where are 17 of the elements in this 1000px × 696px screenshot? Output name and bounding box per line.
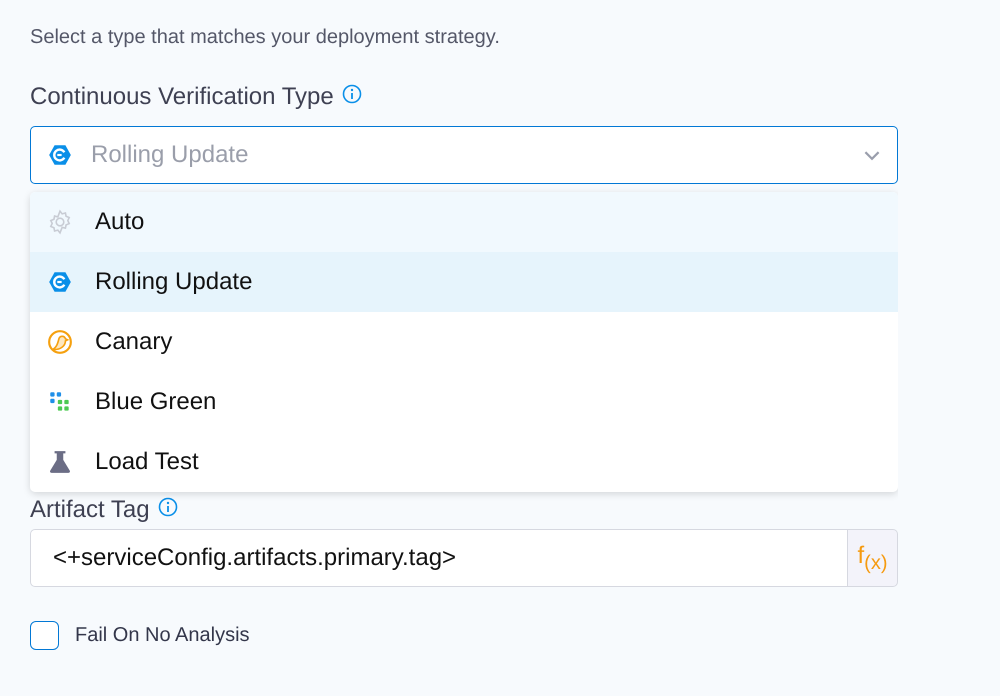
bird-icon bbox=[47, 329, 73, 355]
chevron-down-icon bbox=[863, 150, 881, 160]
artifact-tag-field[interactable]: <+serviceConfig.artifacts.primary.tag> bbox=[30, 529, 848, 587]
checkbox[interactable] bbox=[30, 621, 59, 650]
field-label: Continuous Verification Type bbox=[30, 83, 334, 111]
gear-icon bbox=[47, 209, 73, 235]
menu-option[interactable]: Rolling Update bbox=[30, 252, 898, 312]
menu-option[interactable]: Blue Green bbox=[30, 372, 898, 432]
instruction-text: Select a type that matches your deployment strategy. bbox=[30, 25, 501, 50]
info-icon bbox=[342, 84, 362, 104]
menu-option[interactable]: Load Test bbox=[30, 432, 898, 492]
checkbox-label: Fail On No Analysis bbox=[75, 624, 250, 647]
menu-option[interactable]: Auto bbox=[30, 192, 898, 252]
flask-icon bbox=[47, 449, 73, 475]
info-icon bbox=[158, 497, 178, 517]
field-label: Artifact Tag bbox=[30, 496, 150, 524]
menu-option[interactable]: Canary bbox=[30, 312, 898, 372]
